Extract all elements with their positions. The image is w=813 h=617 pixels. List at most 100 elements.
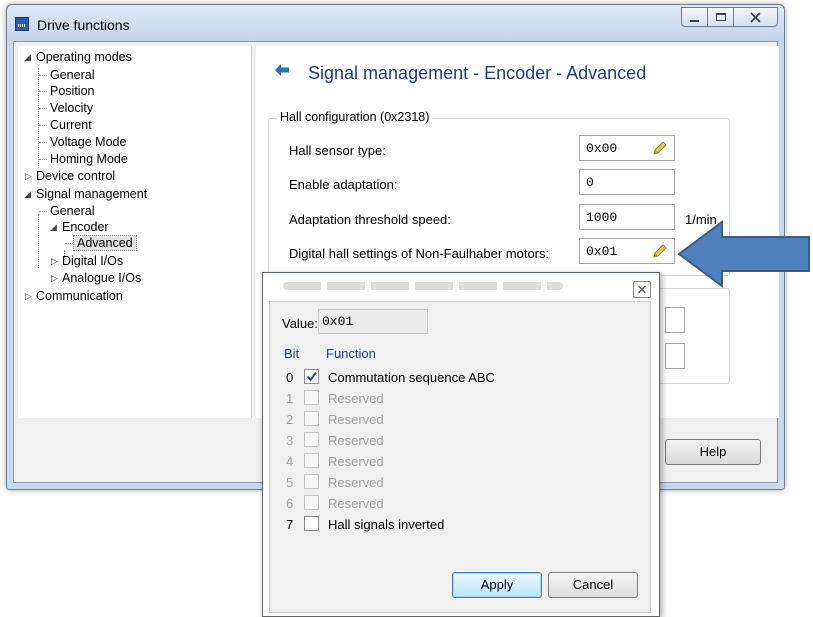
bit-row: 2 Reserved [270, 410, 652, 431]
collapsed-toggle-icon[interactable]: ▷ [51, 254, 58, 268]
bit-row: 3 Reserved [270, 431, 652, 452]
back-arrow-icon[interactable] [274, 62, 290, 78]
group-title: Hall configuration (0x2318) [277, 110, 433, 124]
adaptation-threshold-field[interactable]: 1000 [579, 204, 675, 230]
collapsed-toggle-icon[interactable]: ▷ [25, 169, 32, 183]
bit-checkbox[interactable] [304, 495, 319, 510]
bit-row: 4 Reserved [270, 452, 652, 473]
page-title: Signal management - Encoder - Advanced [308, 63, 647, 83]
bit-row: 7 Hall signals inverted [270, 515, 652, 536]
checkmark-icon [306, 371, 317, 382]
maximize-button[interactable] [707, 7, 734, 27]
bit-number: 4 [286, 454, 294, 469]
bit-function: Reserved [328, 433, 384, 448]
expanded-toggle-icon[interactable]: ◢ [24, 50, 31, 64]
tree-item-voltage-mode[interactable]: Voltage Mode [50, 135, 126, 149]
bit-row: 1 Reserved [270, 389, 652, 410]
tree-line [39, 142, 47, 143]
bit-number: 6 [286, 496, 294, 511]
obscured-field[interactable] [665, 307, 685, 333]
cancel-button[interactable]: Cancel [548, 572, 638, 598]
bit-number: 7 [286, 517, 294, 532]
dialog-close-button[interactable] [633, 281, 651, 298]
enable-adaptation-value: 0 [586, 175, 594, 190]
adaptation-threshold-label: Adaptation threshold speed: [289, 212, 451, 227]
tree-line [39, 108, 47, 109]
maximize-icon [715, 13, 726, 21]
bit-number: 5 [286, 475, 294, 490]
app-icon [15, 17, 29, 31]
dialog-body: Value: 0x01 Bit Function 0 Commutation s… [269, 301, 651, 613]
digital-hall-settings-value: 0x01 [586, 244, 618, 259]
digital-hall-settings-field[interactable]: 0x01 [579, 238, 675, 264]
bit-checkbox[interactable] [304, 432, 319, 447]
bit-number: 3 [286, 433, 294, 448]
tree-item-position[interactable]: Position [50, 84, 94, 98]
tree-item-operating-modes[interactable]: Operating modes [36, 50, 132, 64]
tree-line [65, 243, 73, 244]
bit-function: Reserved [328, 391, 384, 406]
tree-item-homing-mode[interactable]: Homing Mode [50, 152, 128, 166]
tree-line [39, 125, 47, 126]
bit-row: 6 Reserved [270, 494, 652, 515]
expanded-toggle-icon[interactable]: ◢ [50, 220, 57, 234]
tree-line [39, 91, 47, 92]
annotation-arrow-icon [677, 220, 810, 288]
tree-item-general[interactable]: General [50, 68, 94, 82]
expanded-toggle-icon[interactable]: ◢ [24, 187, 31, 201]
tree-item-signal-management[interactable]: Signal management [36, 187, 147, 201]
close-icon [750, 11, 761, 23]
enable-adaptation-label: Enable adaptation: [289, 177, 398, 192]
value-label: Value: [282, 316, 318, 331]
tree-item-current[interactable]: Current [50, 118, 92, 132]
obscured-field[interactable] [665, 343, 685, 369]
tree-item-analogue-ios[interactable]: Analogue I/Os [62, 271, 141, 285]
bit-checkbox[interactable] [304, 390, 319, 405]
minimize-button[interactable] [681, 7, 708, 27]
tree-line [38, 214, 39, 268]
tree-item-digital-ios[interactable]: Digital I/Os [62, 254, 123, 268]
apply-button[interactable]: Apply [452, 572, 542, 598]
bit-function: Hall signals inverted [328, 517, 445, 532]
tree-line [39, 159, 47, 160]
window-title: Drive functions [37, 17, 130, 33]
bit-number: 0 [286, 370, 294, 385]
close-icon [638, 285, 646, 294]
hall-sensor-type-label: Hall sensor type: [289, 143, 386, 158]
tree-item-encoder[interactable]: Encoder [62, 220, 109, 234]
tree-item-communication[interactable]: Communication [36, 289, 123, 303]
minimize-icon [690, 20, 699, 22]
bit-function: Reserved [328, 496, 384, 511]
bit-column-header: Bit [284, 346, 300, 361]
window-titlebar[interactable]: Drive functions [7, 5, 784, 41]
tree-item-signal-general[interactable]: General [50, 204, 94, 218]
value-field: 0x01 [318, 309, 428, 334]
bit-checkbox[interactable] [304, 516, 319, 531]
bit-number: 2 [286, 412, 294, 427]
bit-function: Reserved [328, 412, 384, 427]
bit-function: Commutation sequence ABC [328, 370, 495, 385]
tree-line [39, 75, 47, 76]
pencil-icon[interactable] [651, 140, 668, 157]
tree-item-advanced[interactable]: Advanced [73, 235, 137, 251]
hall-configuration-group: Hall configuration (0x2318) Hall sensor … [268, 110, 730, 276]
bit-checkbox[interactable] [304, 369, 319, 384]
tree-item-device-control[interactable]: Device control [36, 169, 115, 183]
bit-function: Reserved [328, 454, 384, 469]
bit-checkbox[interactable] [304, 474, 319, 489]
collapsed-toggle-icon[interactable]: ▷ [25, 289, 32, 303]
bit-number: 1 [286, 391, 294, 406]
bit-checkbox[interactable] [304, 453, 319, 468]
bit-editor-dialog: Value: 0x01 Bit Function 0 Commutation s… [262, 272, 660, 617]
hall-sensor-type-value: 0x00 [586, 141, 618, 156]
enable-adaptation-field[interactable]: 0 [579, 169, 675, 195]
pencil-icon[interactable] [651, 243, 668, 260]
tree-item-velocity[interactable]: Velocity [50, 101, 93, 115]
hall-sensor-type-field[interactable]: 0x00 [579, 135, 675, 161]
help-button[interactable]: Help [665, 439, 761, 465]
bit-function: Reserved [328, 475, 384, 490]
collapsed-toggle-icon[interactable]: ▷ [51, 271, 58, 285]
function-column-header: Function [326, 346, 376, 361]
close-button[interactable] [733, 7, 778, 27]
bit-checkbox[interactable] [304, 411, 319, 426]
